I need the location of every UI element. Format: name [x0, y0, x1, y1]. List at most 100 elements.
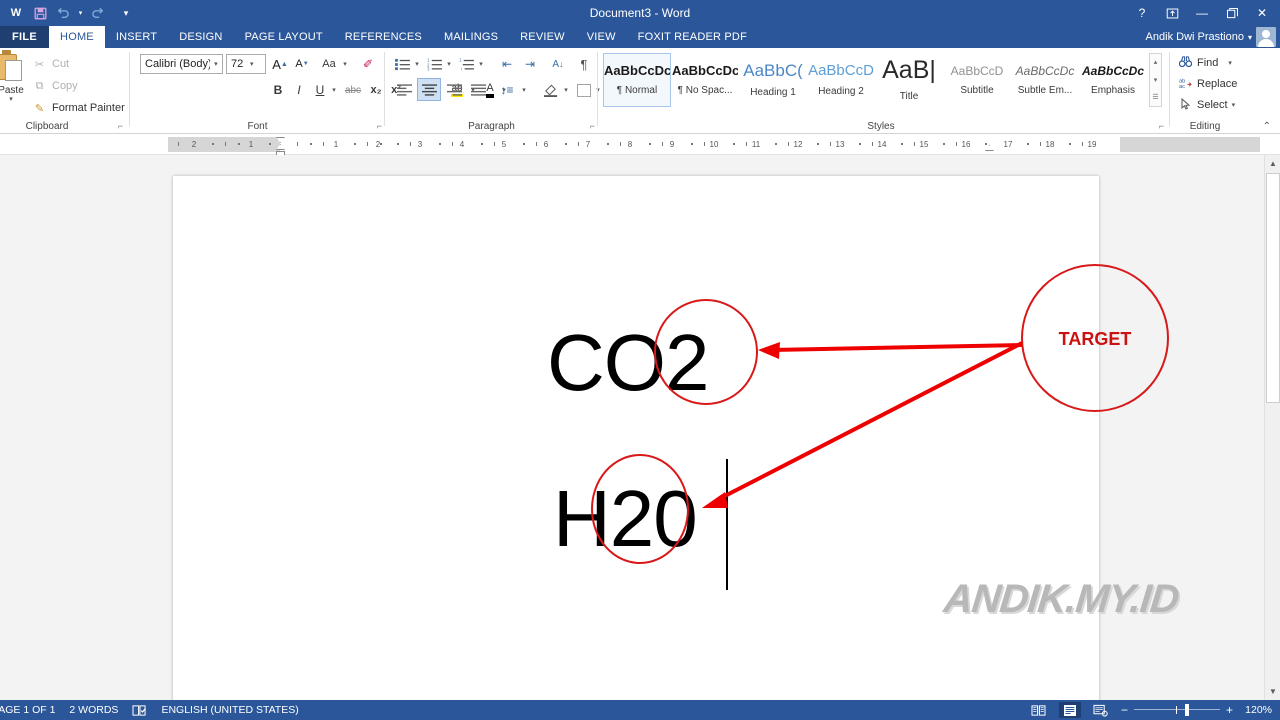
chevron-down-icon[interactable]: ▾ [1228, 59, 1232, 67]
status-word-count[interactable]: 2 WORDS [69, 704, 118, 716]
paragraph-dialog-launcher[interactable]: ⌐ [590, 121, 595, 131]
style-heading-2[interactable]: AaBbCcD Heading 2 [807, 53, 875, 107]
strikethrough-icon[interactable]: abc [341, 80, 365, 100]
shrink-font-icon[interactable]: A ▼ [292, 54, 312, 74]
scrollbar-thumb[interactable] [1266, 173, 1280, 403]
proofing-icon[interactable] [132, 704, 147, 717]
align-right-icon[interactable] [443, 80, 465, 100]
document-canvas[interactable]: CO2 H20 ANDIK.MY.ID TARGET [0, 155, 1264, 700]
change-case-icon[interactable]: Aa [318, 54, 340, 74]
zoom-out-button[interactable]: − [1121, 704, 1128, 716]
style-no-spacing[interactable]: AaBbCcDc ¶ No Spac... [671, 53, 739, 107]
replace-button[interactable]: ab ac Replace [1178, 74, 1237, 94]
underline-icon[interactable]: U [310, 80, 330, 100]
chevron-down-icon[interactable]: ▾ [519, 80, 529, 100]
zoom-track[interactable] [1133, 704, 1220, 716]
style-title[interactable]: AaB| Title [875, 53, 943, 107]
avatar[interactable] [1256, 27, 1276, 47]
chevron-down-icon[interactable]: ▾ [412, 54, 422, 74]
status-language[interactable]: ENGLISH (UNITED STATES) [161, 704, 298, 716]
clipboard-dialog-launcher[interactable]: ⌐ [118, 121, 123, 131]
cut-button[interactable]: ✂ Cut [32, 54, 69, 74]
chevron-down-icon[interactable]: ▾ [561, 80, 571, 100]
horizontal-ruler[interactable]: 2 1 1 2 3 4 5 6 7 8 9 10 11 12 13 14 15 … [168, 137, 1260, 156]
scroll-up-icon[interactable]: ▲ [1265, 155, 1280, 172]
tab-references[interactable]: REFERENCES [334, 26, 433, 48]
decrease-indent-icon[interactable]: ⇤ [497, 54, 517, 74]
print-layout-button[interactable] [1058, 702, 1081, 718]
font-size-input[interactable]: 72 ▾ [226, 54, 266, 74]
status-page-indicator[interactable]: PAGE 1 OF 1 [0, 704, 55, 716]
clear-formatting-icon[interactable]: ✐ [358, 54, 378, 74]
chevron-down-icon[interactable]: ▾ [9, 95, 13, 103]
paste-button[interactable]: Paste ▾ [0, 50, 36, 103]
tab-home[interactable]: HOME [49, 26, 105, 48]
style-subtle-emphasis[interactable]: AaBbCcDc Subtle Em... [1011, 53, 1079, 107]
vertical-scrollbar[interactable]: ▲ ▼ [1264, 155, 1280, 700]
font-dialog-launcher[interactable]: ⌐ [377, 121, 382, 131]
chevron-down-icon[interactable]: ▾ [340, 54, 350, 74]
style-normal[interactable]: AaBbCcDc ¶ Normal [603, 53, 671, 107]
format-painter-button[interactable]: ✎ Format Painter [32, 98, 125, 118]
styles-gallery-scroll[interactable]: ▴ ▾ ☰ [1149, 53, 1162, 107]
chevron-down-icon[interactable]: ▾ [245, 60, 258, 68]
tab-design[interactable]: DESIGN [168, 26, 233, 48]
tab-view[interactable]: VIEW [576, 26, 627, 48]
read-mode-button[interactable] [1028, 702, 1050, 718]
select-button[interactable]: Select ▾ [1178, 95, 1235, 115]
sort-icon[interactable]: A ↓ [548, 54, 568, 74]
justify-icon[interactable] [467, 80, 489, 100]
ribbon-display-options-icon[interactable] [1158, 1, 1186, 25]
tab-mailings[interactable]: MAILINGS [433, 26, 509, 48]
increase-indent-icon[interactable]: ⇥ [520, 54, 540, 74]
shading-icon[interactable] [540, 80, 560, 100]
styles-more-icon[interactable]: ☰ [1152, 89, 1158, 106]
collapse-ribbon-icon[interactable]: ⌃ [1263, 121, 1271, 132]
style-emphasis[interactable]: AaBbCcDc Emphasis [1079, 53, 1147, 107]
style-heading-1[interactable]: AaBbC( Heading 1 [739, 53, 807, 107]
web-layout-button[interactable] [1090, 702, 1112, 718]
scroll-down-icon[interactable]: ▾ [1154, 72, 1158, 89]
document-page[interactable]: CO2 H20 ANDIK.MY.ID [173, 176, 1181, 700]
restore-button[interactable] [1218, 1, 1246, 25]
minimize-button[interactable]: — [1188, 1, 1216, 25]
chevron-down-icon[interactable]: ▾ [329, 80, 339, 100]
tab-file[interactable]: FILE [0, 26, 50, 48]
line-spacing-icon[interactable]: ↕≡ [497, 80, 517, 100]
subscript-icon[interactable]: x₂ [366, 80, 386, 100]
find-button[interactable]: Find ▾ [1178, 53, 1232, 73]
zoom-in-button[interactable]: + [1226, 704, 1233, 716]
document-line-1[interactable]: CO2 [547, 323, 709, 403]
copy-button[interactable]: ⧉ Copy [32, 76, 78, 96]
scroll-down-icon[interactable]: ▼ [1265, 683, 1280, 700]
show-paragraph-marks-icon[interactable]: ¶ [575, 54, 593, 74]
help-icon[interactable]: ? [1128, 1, 1156, 25]
tab-page-layout[interactable]: PAGE LAYOUT [234, 26, 334, 48]
close-button[interactable]: ✕ [1248, 1, 1276, 25]
tab-foxit-reader-pdf[interactable]: FOXIT READER PDF [627, 26, 758, 48]
document-line-2[interactable]: H20 [553, 479, 698, 559]
font-family-input[interactable]: Calibri (Body) ▾ [140, 54, 223, 74]
numbering-icon[interactable]: 123 [425, 54, 444, 74]
tab-insert[interactable]: INSERT [105, 26, 168, 48]
chevron-down-icon[interactable]: ▾ [210, 60, 222, 68]
italic-icon[interactable]: I [289, 80, 309, 100]
multilevel-list-icon[interactable]: 1i [457, 54, 476, 74]
zoom-level-label[interactable]: 120% [1242, 704, 1272, 716]
zoom-thumb[interactable] [1184, 704, 1189, 716]
borders-icon[interactable] [574, 80, 594, 100]
chevron-down-icon[interactable]: ▾ [1248, 33, 1252, 42]
align-center-icon[interactable] [417, 78, 441, 101]
chevron-down-icon[interactable]: ▾ [1232, 101, 1236, 109]
style-subtitle[interactable]: AaBbCcD Subtitle [943, 53, 1011, 107]
account-area[interactable]: Andik Dwi Prastiono ▾ [1146, 26, 1276, 48]
chevron-down-icon[interactable]: ▾ [476, 54, 486, 74]
tab-review[interactable]: REVIEW [509, 26, 576, 48]
bold-icon[interactable]: B [268, 80, 288, 100]
bullets-icon[interactable] [393, 54, 412, 74]
align-left-icon[interactable] [393, 80, 415, 100]
grow-font-icon[interactable]: A ▲ [270, 54, 290, 74]
scroll-up-icon[interactable]: ▴ [1154, 54, 1158, 71]
chevron-down-icon[interactable]: ▾ [444, 54, 454, 74]
zoom-slider[interactable]: − + [1121, 704, 1233, 716]
